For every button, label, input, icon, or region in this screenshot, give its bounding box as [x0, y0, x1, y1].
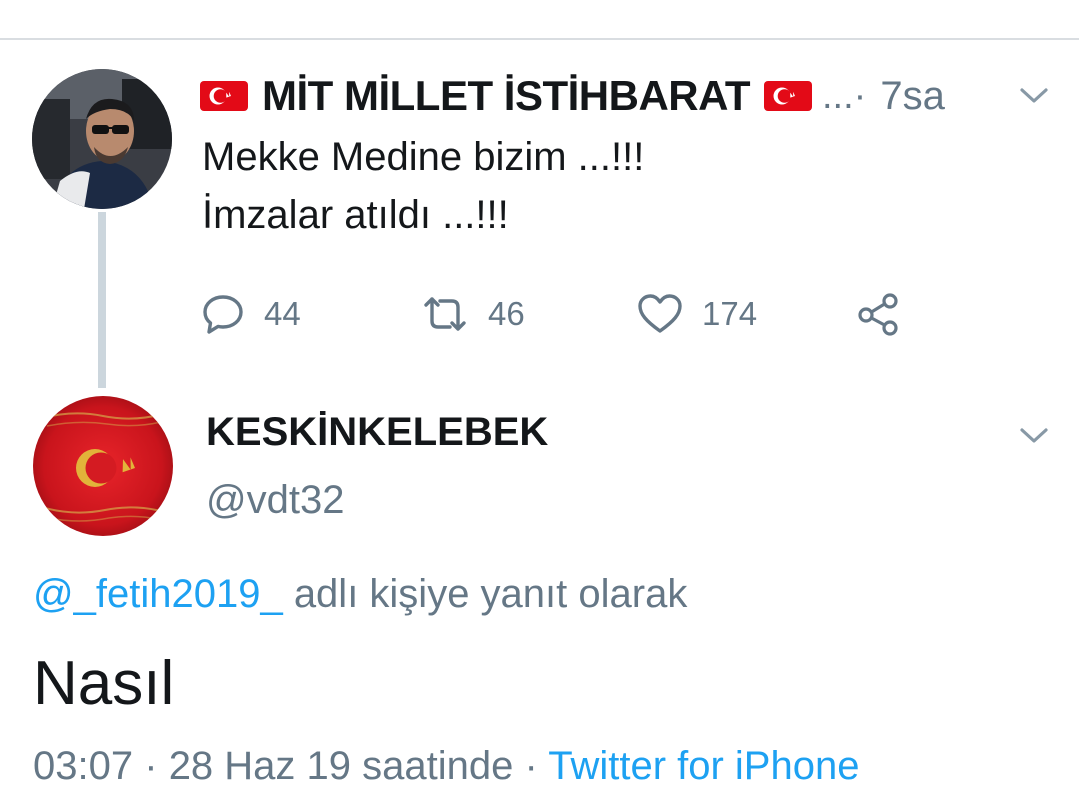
tweet-timestamp-meta: 03:07 · 28 Haz 19 saatinde · Twitter for… — [33, 744, 859, 789]
parent-tweet-text: Mekke Medine bizim ...!!! İmzalar atıldı… — [202, 128, 644, 244]
tweet-text-line: İmzalar atıldı ...!!! — [202, 193, 509, 237]
tweet-date: 28 Haz 19 saatinde — [168, 744, 514, 788]
reply-author-display-name[interactable]: KESKİNKELEBEK — [206, 410, 548, 455]
turkey-flag-icon — [763, 81, 812, 111]
avatar-flag-image — [33, 396, 173, 536]
retweet-button[interactable]: 46 — [420, 288, 525, 340]
heart-icon — [638, 294, 682, 333]
turkey-flag-icon — [200, 81, 248, 111]
replying-to-context: @_fetih2019_ adlı kişiye yanıt olarak — [33, 572, 687, 617]
reply-button[interactable]: 44 — [200, 288, 301, 340]
avatar-photo — [32, 69, 172, 209]
name-truncation-ellipsis: ...· — [821, 74, 867, 117]
reply-tweet-text: Nasıl — [33, 649, 175, 718]
share-button[interactable] — [856, 288, 902, 340]
tweet-source-link[interactable]: Twitter for iPhone — [548, 744, 859, 788]
reply-author-handle[interactable]: @vdt32 — [206, 478, 344, 523]
reply-count: 44 — [264, 295, 301, 332]
top-bar — [0, 0, 1079, 40]
chevron-down-icon[interactable] — [1018, 86, 1050, 106]
tweet-relative-time[interactable]: 7sa — [880, 74, 945, 119]
like-count: 174 — [702, 295, 758, 332]
retweet-icon — [424, 297, 466, 331]
meta-separator: · — [524, 744, 538, 788]
replying-to-mention-link[interactable]: @_fetih2019_ — [33, 572, 283, 616]
thread-connector-line — [98, 212, 106, 388]
tweet-text-line: Mekke Medine bizim ...!!! — [202, 135, 645, 179]
like-button[interactable]: 174 — [636, 288, 757, 340]
author-display-name[interactable]: MİT MİLLET İSTİHBARAT — [262, 72, 750, 120]
tweet-time: 03:07 — [33, 744, 134, 788]
retweet-count: 46 — [488, 295, 525, 332]
author-avatar[interactable] — [32, 69, 172, 209]
parent-tweet-header: MİT MİLLET İSTİHBARAT ...· 7sa — [200, 72, 945, 120]
meta-separator: · — [144, 744, 158, 788]
reply-bubble-icon — [203, 295, 243, 334]
reply-author-avatar[interactable] — [33, 396, 173, 536]
replying-to-label: adlı kişiye yanıt olarak — [293, 572, 688, 616]
chevron-down-icon[interactable] — [1018, 426, 1050, 446]
share-icon — [858, 293, 898, 336]
